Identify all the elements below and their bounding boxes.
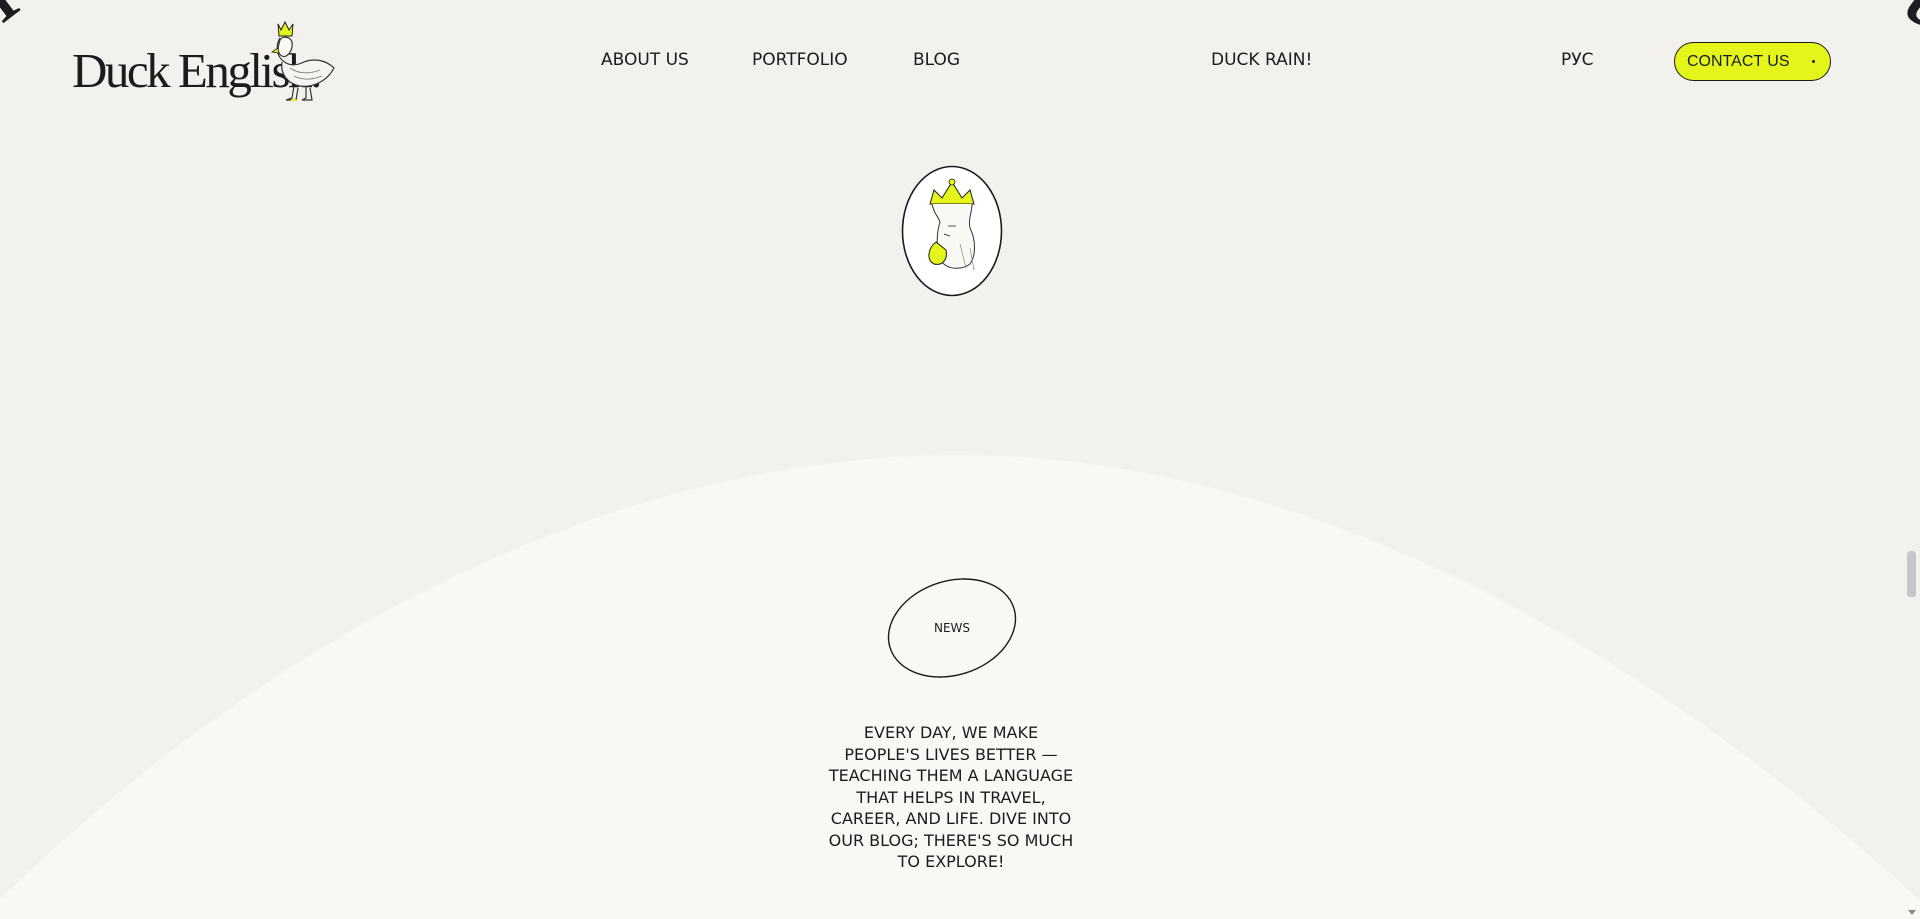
site-header: Duck English. ABOUT US PORTFOLIO BLOG DU… (0, 0, 1920, 120)
nav-duck-rain[interactable]: DUCK RAIN! (1211, 49, 1312, 71)
news-badge-label: NEWS (933, 621, 971, 635)
blog-intro-text: EVERY DAY, WE MAKE PEOPLE'S LIVES BETTER… (828, 723, 1074, 871)
scrollbar-thumb[interactable] (1907, 551, 1916, 597)
scroll-down-arrow-icon[interactable] (1908, 910, 1916, 915)
logo[interactable]: Duck English. (70, 18, 340, 104)
news-badge[interactable]: NEWS (885, 577, 1019, 679)
nav-blog[interactable]: BLOG (913, 49, 960, 71)
contact-us-label: CONTACT US (1687, 52, 1790, 70)
nav-portfolio[interactable]: PORTFOLIO (752, 49, 848, 71)
crowned-duck-logo-icon (270, 20, 335, 101)
contact-us-button[interactable]: CONTACT US (1674, 42, 1831, 81)
dot-icon (1812, 60, 1815, 63)
page-scrollbar[interactable] (1903, 0, 1920, 919)
crowned-duck-medallion-icon (901, 165, 1003, 297)
nav-about-us[interactable]: ABOUT US (601, 49, 689, 71)
language-switch[interactable]: РУС (1561, 49, 1593, 71)
